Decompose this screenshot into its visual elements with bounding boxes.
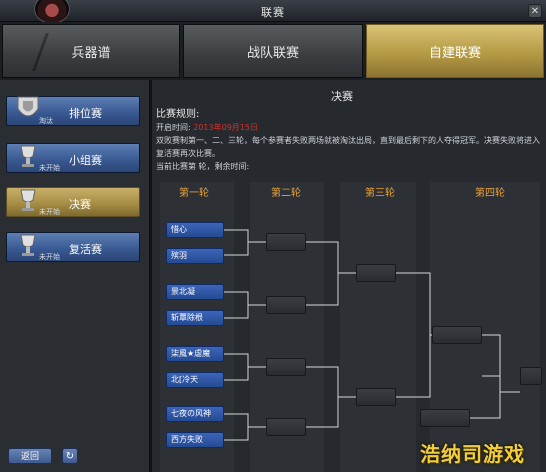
tab-team-league[interactable]: 战队联赛 [183, 24, 363, 78]
watermark-text: 浩纳司游戏网 [420, 442, 525, 472]
tab-label: 自建联赛 [428, 45, 481, 61]
sidebar-item-revival[interactable]: 未开始 复活赛 [6, 232, 140, 262]
bracket-slot-r2-3 [266, 358, 306, 376]
bracket-player-6[interactable]: 北[冷天 [166, 372, 224, 388]
bracket-player-7[interactable]: 七夜の风神 [166, 406, 224, 422]
sidebar-item-status: 未开始 [39, 253, 60, 261]
current-round-text: 当前比赛第 轮，剩余时间: [156, 162, 250, 171]
sidebar-item-ranking[interactable]: 淘汰 排位赛 [6, 96, 140, 126]
round-header-2: 第二轮 [271, 188, 301, 199]
bracket-player-8[interactable]: 西方失败 [166, 432, 224, 448]
bracket-slot-r4-2 [520, 367, 542, 385]
top-tabs: 兵器谱 战队联赛 自建联赛 [0, 22, 546, 80]
bracket-player-5[interactable]: 柒風★虐魔 [166, 346, 224, 362]
bracket-player-4[interactable]: 斩覃除根 [166, 310, 224, 326]
bracket-slot-r3-1 [356, 264, 396, 282]
bracket-slot-r2-1 [266, 233, 306, 251]
tab-custom-league[interactable]: 自建联赛 [366, 24, 544, 78]
tab-label: 兵器谱 [71, 45, 111, 61]
tab-weapon-ranking[interactable]: 兵器谱 [2, 24, 180, 78]
tab-decoration [32, 33, 70, 71]
bracket-player-2[interactable]: 殡羽 [166, 248, 224, 264]
round-header-3: 第三轮 [365, 188, 395, 199]
sidebar-item-final[interactable]: 未开始 决赛 [6, 187, 140, 217]
sidebar-item-status: 未开始 [39, 164, 60, 172]
round-header-1: 第一轮 [179, 188, 209, 199]
start-time-value: 2013年09月15日 [193, 123, 258, 132]
round-column-3 [340, 182, 416, 472]
round-header-4: 第四轮 [475, 188, 505, 199]
close-icon[interactable]: ✕ [528, 4, 542, 18]
sidebar-item-status: 淘汰 [39, 117, 53, 125]
sidebar-item-label: 复活赛 [69, 243, 102, 256]
start-time-row: 开启时间: 2013年09月15日 [156, 121, 540, 134]
window-title: 联赛 [261, 6, 285, 19]
bracket-player-3[interactable]: 景北凝 [166, 284, 224, 300]
rules-block: 比赛规则: 开启时间: 2013年09月15日 双败赛制第一、二、三轮，每个参赛… [156, 108, 540, 176]
sidebar-item-label: 排位赛 [69, 107, 102, 120]
window-titlebar: 联赛 ✕ [0, 0, 546, 24]
sidebar-item-status: 未开始 [39, 208, 60, 216]
bracket-slot-r4-1 [432, 326, 482, 344]
sidebar-item-group[interactable]: 未开始 小组赛 [6, 143, 140, 173]
tab-label: 战队联赛 [246, 45, 299, 61]
bracket-slot-r3-2 [356, 388, 396, 406]
refresh-icon[interactable]: ↻ [62, 448, 78, 464]
section-title: 决赛 [331, 90, 353, 103]
bracket-slot-r2-2 [266, 296, 306, 314]
bracket-slot-r4-3 [420, 409, 470, 427]
sidebar-item-label: 决赛 [69, 198, 91, 211]
sidebar [0, 80, 150, 472]
sidebar-item-label: 小组赛 [69, 154, 102, 167]
rules-heading: 比赛规则: [156, 109, 200, 120]
start-time-label: 开启时间: [156, 123, 191, 132]
bracket-slot-r2-4 [266, 418, 306, 436]
rules-text: 双败赛制第一、二、三轮，每个参赛者失败两场就被淘汰出局，直到最后剩下的人夺得冠军… [156, 136, 540, 158]
back-button[interactable]: 返回 [8, 448, 52, 464]
bracket-player-1[interactable]: 惜心 [166, 222, 224, 238]
